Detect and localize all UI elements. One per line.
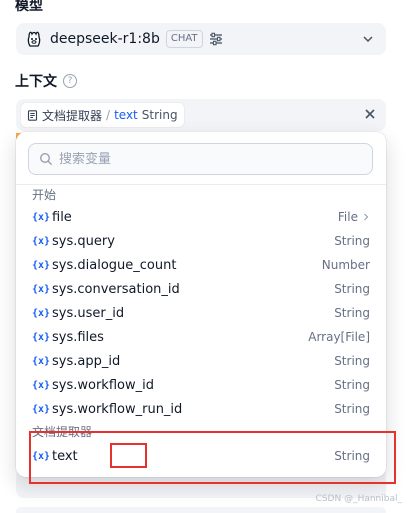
annotation-highlight-box-small [110,443,147,468]
variable-name: sys.query [52,233,115,249]
variable-icon: {x} [32,403,51,415]
variable-icon: {x} [32,355,51,367]
mode-badge: CHAT [165,30,203,48]
search-input[interactable] [59,151,359,167]
chevron-down-icon[interactable] [362,33,374,45]
help-circle-icon[interactable]: ? [63,74,77,88]
chip-variable-type: String [141,108,178,122]
chip-node-name: 文档提取器 [42,108,103,123]
variable-name: file [52,209,72,225]
context-section-title: 上下文 [15,74,57,90]
selected-variable-chip[interactable]: 文档提取器 / text String [20,102,185,128]
variable-item-sys-files[interactable]: {x} sys.files Array[File] [24,325,378,349]
model-section-title: 模型 [15,0,43,14]
chip-separator: / [106,108,111,122]
variable-icon: {x} [32,307,51,319]
llm-node-panel: 模型 deepseek-r1:8b CHAT 上下文 ? 文档提取器 / tex… [0,0,408,513]
variable-name: sys.app_id [52,353,121,369]
variable-picker-dropdown: 开始 {x} file File {x} sys.query String {x… [16,132,386,477]
watermark: CSDN @_Hannibal_ [315,494,402,504]
variable-name: sys.conversation_id [52,281,180,297]
variable-type: String [334,282,370,296]
variable-icon: {x} [32,283,51,295]
context-variable-field[interactable]: 文档提取器 / text String [16,99,386,131]
close-icon[interactable] [364,108,376,120]
variable-name: sys.workflow_id [52,377,154,393]
variable-name: sys.files [52,329,104,345]
variable-item-sys-dialogue-count[interactable]: {x} sys.dialogue_count Number [24,253,378,277]
variable-icon: {x} [32,211,51,223]
variable-type: String [334,378,370,392]
variable-item-sys-conversation-id[interactable]: {x} sys.conversation_id String [24,277,378,301]
variable-name: sys.workflow_run_id [52,401,183,417]
variable-type: Number [321,258,370,272]
variable-type-wrapper: File [338,210,370,224]
variable-type: String [334,354,370,368]
sliders-icon[interactable] [209,32,223,46]
variable-type: String [334,306,370,320]
variable-icon: {x} [32,235,51,247]
variable-name: sys.dialogue_count [52,257,177,273]
variable-icon: {x} [32,331,51,343]
variable-item-sys-user-id[interactable]: {x} sys.user_id String [24,301,378,325]
document-extractor-icon [27,109,38,121]
annotation-highlight-box [29,431,396,484]
ollama-logo-icon [27,31,41,47]
background-field [16,507,386,513]
divider [16,184,386,185]
variable-type: String [334,402,370,416]
model-selector[interactable]: deepseek-r1:8b CHAT [16,23,386,55]
variable-type: File [337,210,358,224]
search-icon [39,152,53,166]
chevron-right-icon[interactable] [362,213,370,221]
variable-item-sys-query[interactable]: {x} sys.query String [24,229,378,253]
variable-item-sys-app-id[interactable]: {x} sys.app_id String [24,349,378,373]
variable-type: Array[File] [308,330,370,344]
variable-type: String [334,234,370,248]
model-name: deepseek-r1:8b [50,31,160,47]
chip-variable-name: text [114,108,138,122]
variable-icon: {x} [32,259,51,271]
group-title-start: 开始 [32,188,57,202]
context-section-header: 上下文 ? [15,71,77,91]
variable-item-sys-workflow-id[interactable]: {x} sys.workflow_id String [24,373,378,397]
variable-item-sys-workflow-run-id[interactable]: {x} sys.workflow_run_id String [24,397,378,421]
search-box[interactable] [28,143,373,175]
variable-item-file[interactable]: {x} file File [24,205,378,229]
variable-icon: {x} [32,379,51,391]
variable-name: sys.user_id [52,305,125,321]
